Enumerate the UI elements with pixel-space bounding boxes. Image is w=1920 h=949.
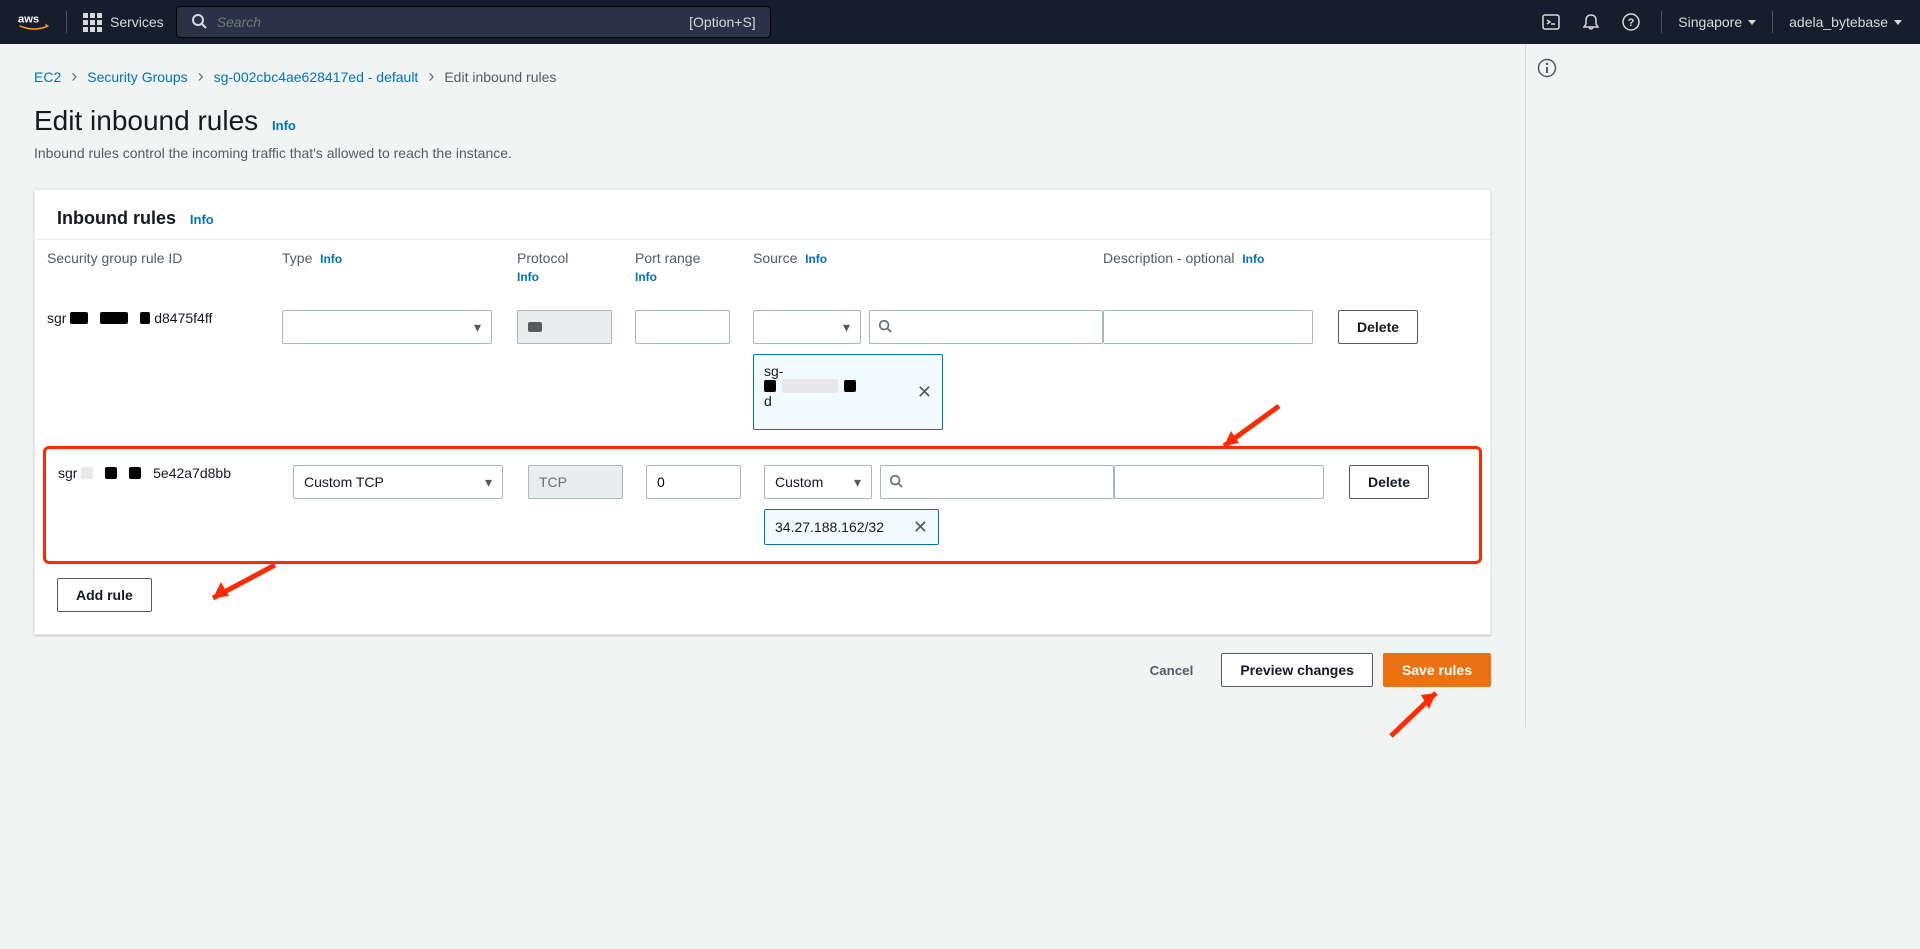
breadcrumb-current: Edit inbound rules bbox=[444, 69, 556, 85]
help-icon[interactable]: ? bbox=[1617, 8, 1645, 36]
rule-id: sgr d8475f4ff bbox=[47, 310, 282, 326]
search-input[interactable] bbox=[217, 14, 617, 30]
col-type-info[interactable]: Info bbox=[320, 252, 342, 266]
type-select[interactable]: Custom TCP ▾ bbox=[293, 465, 503, 499]
services-label: Services bbox=[110, 14, 164, 30]
account-menu[interactable]: adela_bytebase bbox=[1789, 14, 1902, 30]
col-rule-id: Security group rule ID bbox=[47, 250, 282, 284]
remove-tag-button[interactable]: ✕ bbox=[917, 383, 932, 401]
col-port: Port rangeInfo bbox=[635, 250, 753, 284]
source-type-select[interactable]: Custom ▾ bbox=[764, 465, 872, 499]
port-input[interactable] bbox=[646, 465, 741, 499]
source-search-input[interactable] bbox=[911, 474, 1105, 490]
description-input[interactable] bbox=[1103, 310, 1313, 344]
source-search[interactable] bbox=[880, 465, 1114, 499]
chevron-right-icon: › bbox=[71, 66, 77, 87]
breadcrumb-ec2[interactable]: EC2 bbox=[34, 69, 61, 85]
col-desc: Description - optional Info bbox=[1103, 250, 1338, 284]
search-icon bbox=[191, 13, 207, 32]
col-protocol: ProtocolInfo bbox=[517, 250, 635, 284]
port-field bbox=[635, 310, 730, 344]
protocol-field: TCP bbox=[528, 465, 623, 499]
col-type: Type Info bbox=[282, 250, 517, 284]
type-select[interactable]: ▾ bbox=[282, 310, 492, 344]
source-search-input[interactable] bbox=[900, 319, 1094, 335]
panel-info-link[interactable]: Info bbox=[190, 212, 214, 227]
preview-changes-button[interactable]: Preview changes bbox=[1221, 653, 1373, 687]
table-row: sgr 5e42a7d8bb Custom TCP ▾ TCP bbox=[46, 449, 1479, 561]
caret-down-icon: ▾ bbox=[474, 319, 481, 336]
page-subtitle: Inbound rules control the incoming traff… bbox=[34, 145, 1491, 161]
col-port-info[interactable]: Info bbox=[635, 270, 753, 284]
description-input[interactable] bbox=[1114, 465, 1324, 499]
aws-logo[interactable]: aws bbox=[18, 11, 50, 34]
col-desc-info[interactable]: Info bbox=[1242, 252, 1264, 266]
services-menu[interactable]: Services bbox=[83, 13, 164, 32]
services-grid-icon bbox=[83, 13, 102, 32]
caret-down-icon bbox=[1748, 20, 1756, 25]
annotation-arrow bbox=[195, 560, 285, 610]
source-type-select[interactable]: ▾ bbox=[753, 310, 861, 344]
delete-rule-button[interactable]: Delete bbox=[1338, 310, 1418, 344]
source-tag: sg- d ✕ bbox=[753, 354, 943, 430]
breadcrumb: EC2 › Security Groups › sg-002cbc4ae6284… bbox=[34, 66, 1491, 87]
breadcrumb-security-groups[interactable]: Security Groups bbox=[87, 69, 187, 85]
protocol-field bbox=[517, 310, 612, 344]
annotation-arrow bbox=[1381, 681, 1461, 741]
annotation-arrow bbox=[1209, 401, 1289, 461]
page-info-link[interactable]: Info bbox=[272, 118, 296, 133]
source-search[interactable] bbox=[869, 310, 1103, 344]
col-protocol-info[interactable]: Info bbox=[517, 270, 635, 284]
top-nav: aws Services [Option+S] ? Singapore bbox=[0, 0, 1920, 44]
actions-bar: Cancel Preview changes Save rules bbox=[34, 635, 1491, 705]
caret-down-icon: ▾ bbox=[854, 474, 861, 491]
add-rule-button[interactable]: Add rule bbox=[57, 578, 152, 612]
highlighted-rule-row: sgr 5e42a7d8bb Custom TCP ▾ TCP bbox=[43, 446, 1482, 564]
col-source-info[interactable]: Info bbox=[805, 252, 827, 266]
cloudshell-icon[interactable] bbox=[1537, 8, 1565, 36]
cancel-button[interactable]: Cancel bbox=[1132, 653, 1212, 687]
rule-id: sgr 5e42a7d8bb bbox=[58, 465, 293, 481]
caret-down-icon bbox=[1894, 20, 1902, 25]
search-shortcut-hint: [Option+S] bbox=[689, 14, 756, 30]
caret-down-icon: ▾ bbox=[485, 474, 492, 491]
right-rail bbox=[1525, 44, 1567, 727]
page-title: Edit inbound rules bbox=[34, 105, 258, 137]
info-panel-icon[interactable] bbox=[1537, 58, 1557, 727]
delete-rule-button[interactable]: Delete bbox=[1349, 465, 1429, 499]
search-icon bbox=[878, 319, 892, 336]
svg-text:aws: aws bbox=[18, 13, 39, 25]
global-search[interactable]: [Option+S] bbox=[176, 6, 771, 38]
search-icon bbox=[889, 474, 903, 491]
notifications-icon[interactable] bbox=[1577, 8, 1605, 36]
svg-text:?: ? bbox=[1628, 17, 1635, 29]
chevron-right-icon: › bbox=[198, 66, 204, 87]
inbound-rules-panel: Inbound rules Info Security group rule I… bbox=[34, 189, 1491, 635]
panel-title: Inbound rules bbox=[57, 208, 176, 229]
caret-down-icon: ▾ bbox=[843, 319, 850, 336]
col-source: Source Info bbox=[753, 250, 1103, 284]
region-selector[interactable]: Singapore bbox=[1678, 14, 1756, 30]
remove-tag-button[interactable]: ✕ bbox=[913, 518, 928, 536]
chevron-right-icon: › bbox=[428, 66, 434, 87]
source-tag: 34.27.188.162/32 ✕ bbox=[764, 509, 939, 545]
table-header: Security group rule ID Type Info Protoco… bbox=[35, 239, 1490, 294]
breadcrumb-sg-id[interactable]: sg-002cbc4ae628417ed - default bbox=[214, 69, 419, 85]
